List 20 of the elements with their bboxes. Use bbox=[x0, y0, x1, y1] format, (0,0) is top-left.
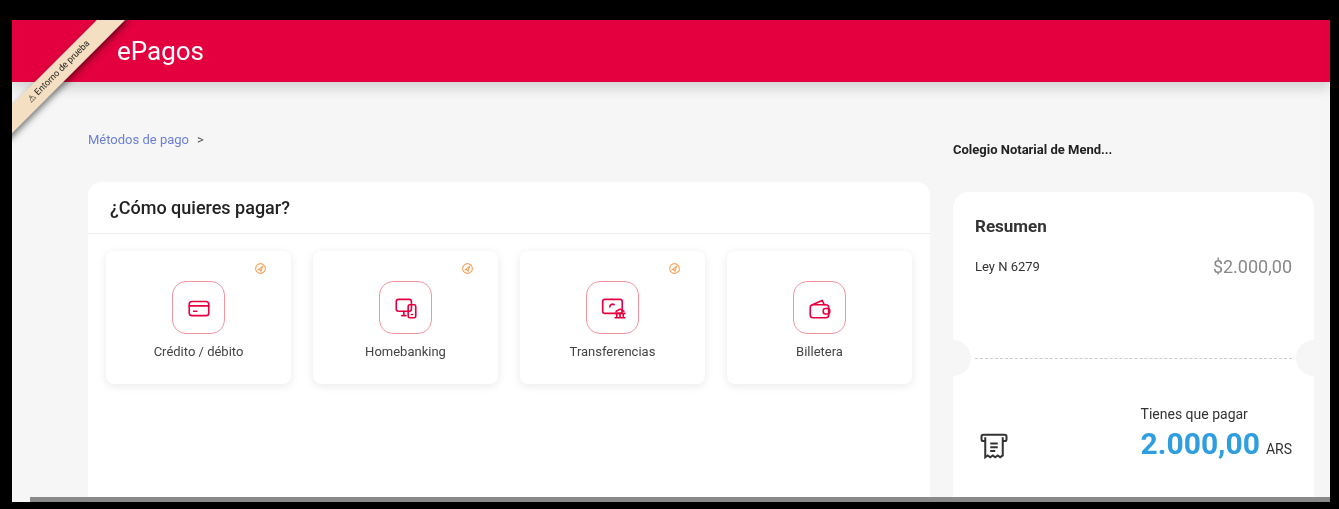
total-label: Tienes que pagar bbox=[1140, 405, 1249, 424]
breadcrumb-link[interactable]: Métodos de pago bbox=[88, 130, 189, 150]
item-amount: $2.000,00 bbox=[1212, 255, 1292, 279]
merchant-name: Colegio Notarial de Mend... bbox=[953, 141, 1114, 159]
method-label: Billetera bbox=[796, 343, 843, 361]
breadcrumb-separator: > bbox=[197, 131, 204, 150]
method-label: Homebanking bbox=[365, 343, 446, 361]
payment-method-card[interactable]: Transferencias bbox=[520, 251, 705, 384]
total-amount: 2.000,00 bbox=[1140, 425, 1260, 463]
item-label: Ley N 6279 bbox=[975, 258, 1040, 276]
scrollbar[interactable] bbox=[30, 497, 1330, 502]
method-label: Transferencias bbox=[569, 343, 656, 361]
payment-method-card[interactable]: Billetera bbox=[727, 251, 912, 384]
payment-method-card[interactable]: Crédito / débito bbox=[106, 251, 291, 384]
panel-title: ¿Cómo quieres pagar? bbox=[110, 196, 290, 220]
method-label: Crédito / débito bbox=[153, 343, 244, 361]
payment-method-card[interactable]: Homebanking bbox=[313, 251, 498, 384]
currency: ARS bbox=[1265, 440, 1292, 459]
summary-title: Resumen bbox=[975, 214, 1048, 238]
logo[interactable]: ePagos bbox=[117, 38, 205, 64]
